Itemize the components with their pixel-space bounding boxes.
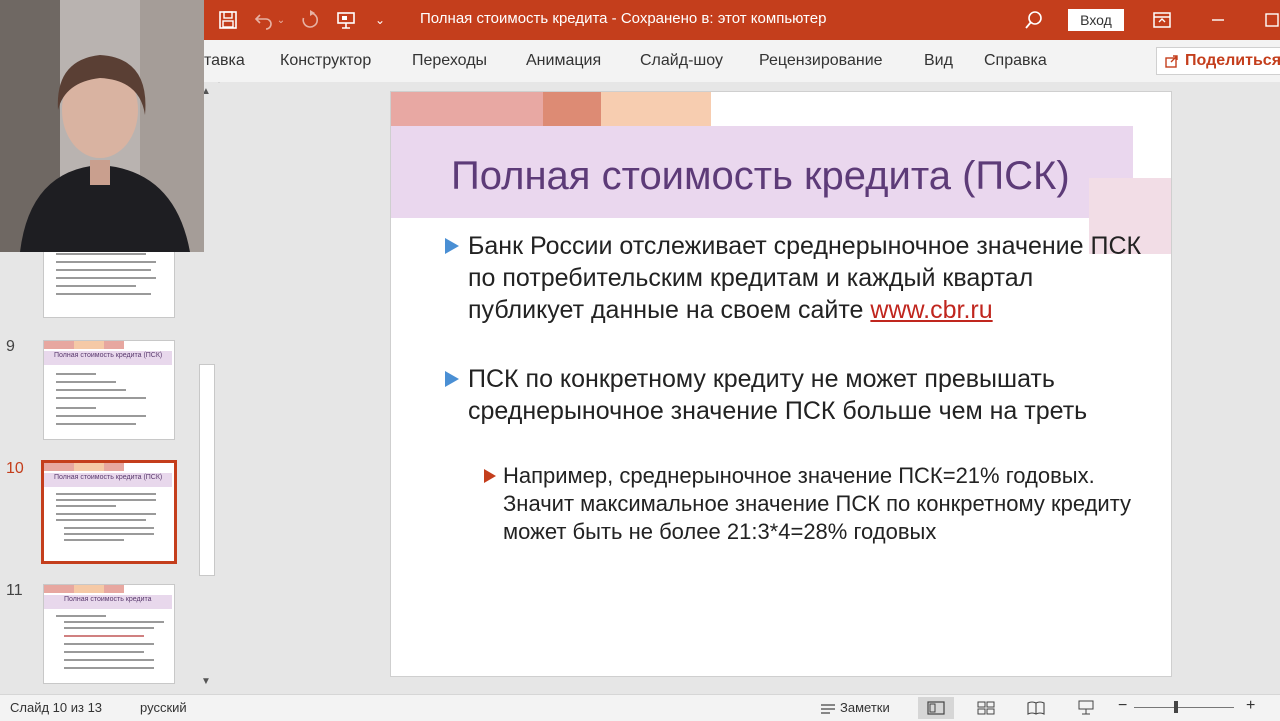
thumb-line xyxy=(64,651,144,653)
thumb-line xyxy=(64,659,154,661)
thumb-line xyxy=(56,615,106,617)
redo-icon[interactable] xyxy=(298,8,322,32)
slideshow-view-icon[interactable] xyxy=(1068,697,1104,719)
thumb-decoration xyxy=(74,463,104,471)
tab-design[interactable]: Конструктор xyxy=(280,52,371,70)
thumb-line xyxy=(64,539,124,541)
thumb-line xyxy=(56,499,156,501)
presenter-webcam xyxy=(0,0,204,252)
thumb-line xyxy=(64,667,154,669)
thumb-line xyxy=(56,407,96,409)
cbr-link[interactable]: www.cbr.ru xyxy=(870,296,992,324)
notes-label: Заметки xyxy=(840,700,890,715)
tab-help[interactable]: Справка xyxy=(984,52,1047,70)
reading-view-icon[interactable] xyxy=(1018,697,1054,719)
slide-number-9: 9 xyxy=(6,338,15,355)
sign-in-button[interactable]: Вход xyxy=(1068,9,1124,31)
notes-button[interactable]: Заметки xyxy=(820,700,890,715)
bullet-marker-icon xyxy=(445,238,459,254)
thumb-line xyxy=(56,493,156,495)
language-indicator[interactable]: русский xyxy=(140,700,187,715)
sub-bullet[interactable]: Например, среднерыночное значение ПСК=21… xyxy=(503,462,1143,546)
share-label: Поделиться xyxy=(1185,52,1280,69)
sub-bullet-marker-icon xyxy=(484,469,496,483)
tab-insert[interactable]: тавка xyxy=(204,52,245,70)
tab-view[interactable]: Вид xyxy=(924,52,953,70)
thumb-line xyxy=(56,513,156,515)
thumb-title: Полная стоимость кредита xyxy=(64,596,152,603)
bullet-2-text: ПСК по конкретному кредиту не может прев… xyxy=(468,365,1088,425)
thumb-line xyxy=(56,269,151,271)
slide-number-11: 11 xyxy=(6,582,23,599)
bullet-1-text: Банк России отслеживает среднерыночное з… xyxy=(468,232,1142,324)
ribbon-display-options-icon[interactable] xyxy=(1150,8,1174,32)
slide-thumbnail-9[interactable]: Полная стоимость кредита (ПСК) xyxy=(43,340,175,440)
search-icon[interactable] xyxy=(1022,8,1046,32)
thumb-line xyxy=(56,519,146,521)
scrollbar-thumb[interactable] xyxy=(199,364,215,576)
maximize-icon[interactable] xyxy=(1260,8,1280,32)
notes-icon xyxy=(820,702,836,714)
bullet-1[interactable]: Банк России отслеживает среднерыночное з… xyxy=(468,230,1148,326)
slide-10[interactable]: Полная стоимость кредита (ПСК) Банк Росс… xyxy=(390,91,1172,677)
slide-thumbnail-11[interactable]: Полная стоимость кредита xyxy=(43,584,175,684)
share-button[interactable]: Поделиться xyxy=(1156,47,1280,75)
thumb-title: Полная стоимость кредита (ПСК) xyxy=(54,352,163,359)
slide-thumbnail-10[interactable]: Полная стоимость кредита (ПСК) xyxy=(41,460,177,564)
slide-number-10: 10 xyxy=(6,460,24,477)
thumb-line xyxy=(56,381,116,383)
present-from-start-icon[interactable] xyxy=(334,8,358,32)
slide-title[interactable]: Полная стоимость кредита (ПСК) xyxy=(451,154,1070,199)
thumb-line xyxy=(56,389,126,391)
thumb-line xyxy=(56,373,96,375)
tab-review[interactable]: Рецензирование xyxy=(759,52,883,70)
thumb-line xyxy=(64,527,154,529)
undo-dropdown-icon[interactable]: ⌄ xyxy=(274,8,288,32)
thumb-decoration xyxy=(74,585,104,593)
save-icon[interactable] xyxy=(216,8,240,32)
zoom-slider-thumb[interactable] xyxy=(1174,701,1178,713)
slide-counter[interactable]: Слайд 10 из 13 xyxy=(10,700,102,715)
thumb-line xyxy=(64,533,154,535)
thumb-line xyxy=(56,253,146,255)
tab-slideshow[interactable]: Слайд-шоу xyxy=(640,52,723,70)
thumb-line xyxy=(64,643,154,645)
thumb-line xyxy=(56,285,136,287)
zoom-slider[interactable] xyxy=(1134,707,1234,708)
thumb-line xyxy=(56,423,136,425)
status-bar: Слайд 10 из 13 русский Заметки − + xyxy=(0,694,1280,721)
slide-sorter-icon[interactable] xyxy=(968,697,1004,719)
tab-transitions[interactable]: Переходы xyxy=(412,52,487,70)
thumb-line xyxy=(64,621,164,623)
zoom-out-icon[interactable]: − xyxy=(1118,697,1127,715)
thumb-line xyxy=(56,261,156,263)
thumb-line xyxy=(56,505,116,507)
customize-toolbar-icon[interactable]: ⌄ xyxy=(368,8,392,32)
bullet-marker-icon xyxy=(445,371,459,387)
zoom-in-icon[interactable]: + xyxy=(1246,697,1255,715)
thumb-decoration xyxy=(74,341,104,349)
minimize-icon[interactable] xyxy=(1206,8,1230,32)
normal-view-icon[interactable] xyxy=(918,697,954,719)
thumb-line xyxy=(64,635,144,637)
thumb-line xyxy=(56,277,156,279)
thumb-line xyxy=(56,397,146,399)
thumb-line xyxy=(64,627,154,629)
thumb-line xyxy=(56,415,146,417)
bullet-2[interactable]: ПСК по конкретному кредиту не может прев… xyxy=(468,363,1148,427)
thumb-title: Полная стоимость кредита (ПСК) xyxy=(54,474,163,481)
document-title: Полная стоимость кредита - Сохранено в: … xyxy=(420,10,827,27)
thumb-line xyxy=(56,293,151,295)
sub-bullet-text: Например, среднерыночное значение ПСК=21… xyxy=(503,463,1132,544)
scroll-down-icon[interactable]: ▼ xyxy=(201,676,211,687)
undo-icon[interactable] xyxy=(252,8,276,32)
tab-animations[interactable]: Анимация xyxy=(526,52,601,70)
share-icon xyxy=(1165,54,1179,68)
